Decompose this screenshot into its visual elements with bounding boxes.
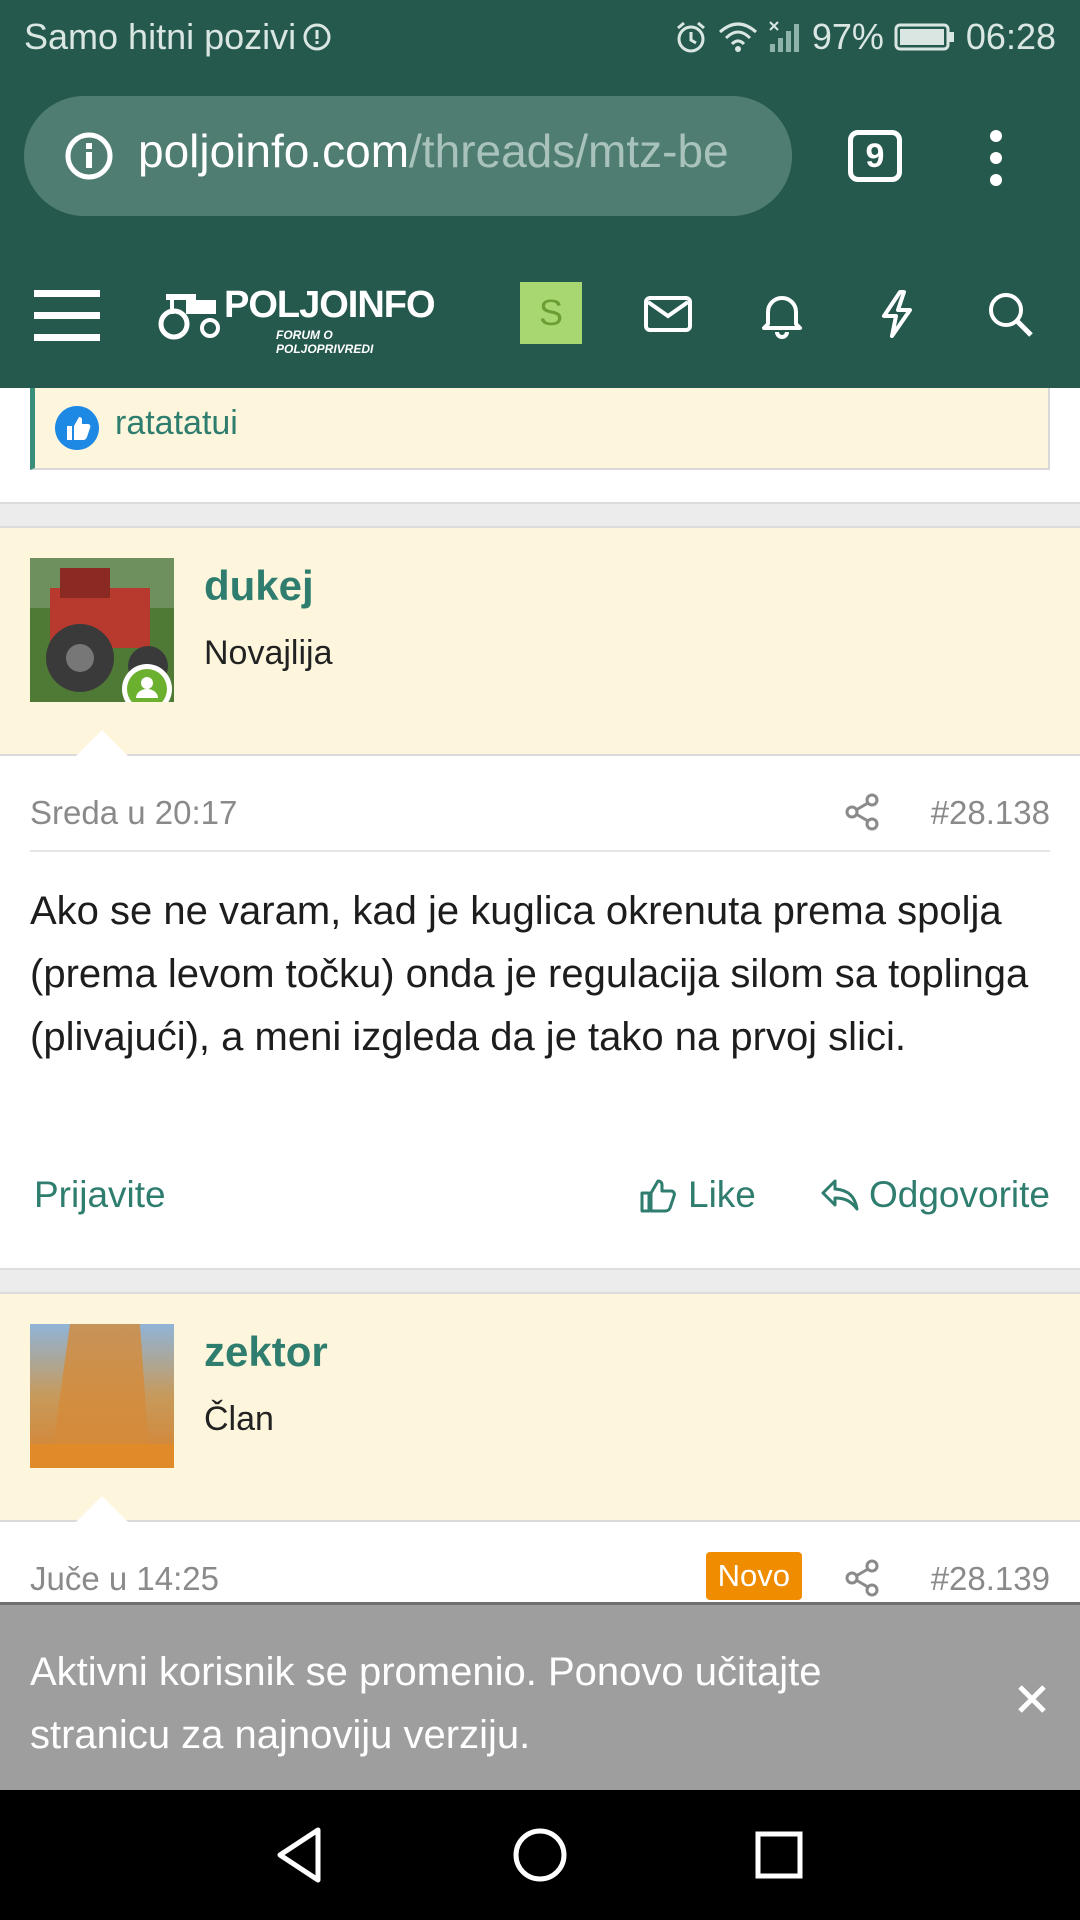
post-username[interactable]: dukej	[204, 562, 314, 610]
signal-icon	[769, 21, 799, 52]
url-text[interactable]: poljoinfo.com/threads/mtz-be	[138, 124, 729, 178]
post-header: zektor Član	[0, 1294, 1080, 1522]
share-icon[interactable]	[842, 792, 882, 832]
search-icon[interactable]	[982, 286, 1038, 342]
grain-photo-icon	[30, 1324, 174, 1468]
battery-percent: 97%	[811, 16, 884, 57]
recents-icon[interactable]	[744, 1820, 814, 1890]
post-pointer	[76, 1496, 128, 1522]
back-icon[interactable]	[266, 1820, 336, 1890]
user-role: Novajlija	[204, 634, 333, 672]
lightning-icon[interactable]	[868, 286, 924, 342]
address-bar[interactable]: poljoinfo.com/threads/mtz-be	[24, 96, 792, 216]
home-icon[interactable]	[505, 1820, 575, 1890]
post-meta: Sreda u 20:17 #28.138	[30, 772, 1050, 852]
post-number[interactable]: #28.138	[931, 794, 1050, 832]
tractor-icon	[158, 294, 220, 340]
reply-label: Odgovorite	[869, 1174, 1050, 1215]
reply-icon	[821, 1179, 859, 1211]
user-avatar[interactable]: S	[520, 282, 582, 344]
online-status-icon	[122, 664, 172, 702]
site-logo[interactable]: POLJOINFO FORUM O POLJOPRIVREDI	[156, 284, 436, 356]
post-pointer	[76, 730, 128, 756]
new-badge: Novo	[705, 1552, 802, 1600]
status-bar: Samo hitni pozivi 97% 06:28	[0, 0, 1080, 76]
post-header: dukej Novajlija	[0, 528, 1080, 756]
bell-icon[interactable]	[754, 286, 810, 342]
like-reaction-icon	[55, 406, 99, 450]
report-button[interactable]: Prijavite	[34, 1174, 166, 1216]
post-actions: Prijavite Like Odgovorite	[30, 1174, 1050, 1234]
thumbs-up-icon	[640, 1179, 676, 1213]
share-icon[interactable]	[842, 1558, 882, 1598]
hamburger-menu-icon[interactable]	[34, 288, 100, 342]
reactions-bar: ratatatui	[30, 388, 1050, 470]
post-separator	[0, 1268, 1080, 1294]
close-icon[interactable]	[1014, 1681, 1050, 1717]
system-navigation-bar	[0, 1790, 1080, 1920]
forum-header: POLJOINFO FORUM O POLJOPRIVREDI S	[0, 240, 1080, 388]
avatar[interactable]	[30, 558, 174, 702]
post-date[interactable]: Sreda u 20:17	[30, 794, 237, 832]
logo-tagline: FORUM O POLJOPRIVREDI	[276, 328, 374, 356]
more-menu-icon[interactable]	[986, 128, 1006, 188]
wifi-icon	[718, 22, 757, 52]
like-label: Like	[688, 1174, 756, 1215]
info-icon[interactable]	[64, 131, 114, 181]
user-role: Član	[204, 1400, 274, 1438]
avatar[interactable]	[30, 1324, 174, 1468]
mail-icon[interactable]	[640, 286, 696, 342]
tab-switcher-button[interactable]: 9	[848, 130, 902, 182]
notice-message: Aktivni korisnik se promenio. Ponovo uči…	[30, 1650, 822, 1757]
post-number[interactable]: #28.139	[931, 1560, 1050, 1598]
logo-name: POLJOINFO	[224, 284, 436, 326]
alarm-icon	[676, 21, 705, 53]
alert-icon	[303, 23, 331, 51]
reply-button[interactable]: Odgovorite	[819, 1174, 1050, 1216]
post-separator	[0, 502, 1080, 528]
notice-banner: Aktivni korisnik se promenio. Ponovo uči…	[0, 1602, 1080, 1790]
browser-toolbar: poljoinfo.com/threads/mtz-be 9	[0, 76, 1080, 240]
carrier-text: Samo hitni pozivi	[24, 16, 297, 57]
post-username[interactable]: zektor	[204, 1328, 328, 1376]
url-path: /threads/mtz-be	[409, 125, 729, 177]
reaction-user[interactable]: ratatatui	[115, 404, 238, 443]
url-host: poljoinfo.com	[138, 125, 410, 177]
post-date[interactable]: Juče u 14:25	[30, 1560, 219, 1598]
like-button[interactable]: Like	[638, 1174, 756, 1216]
clock: 06:28	[965, 16, 1056, 57]
url-fade	[752, 96, 792, 216]
battery-icon	[894, 23, 954, 51]
post-body: Ako se ne varam, kad je kuglica okrenuta…	[30, 889, 1029, 1059]
